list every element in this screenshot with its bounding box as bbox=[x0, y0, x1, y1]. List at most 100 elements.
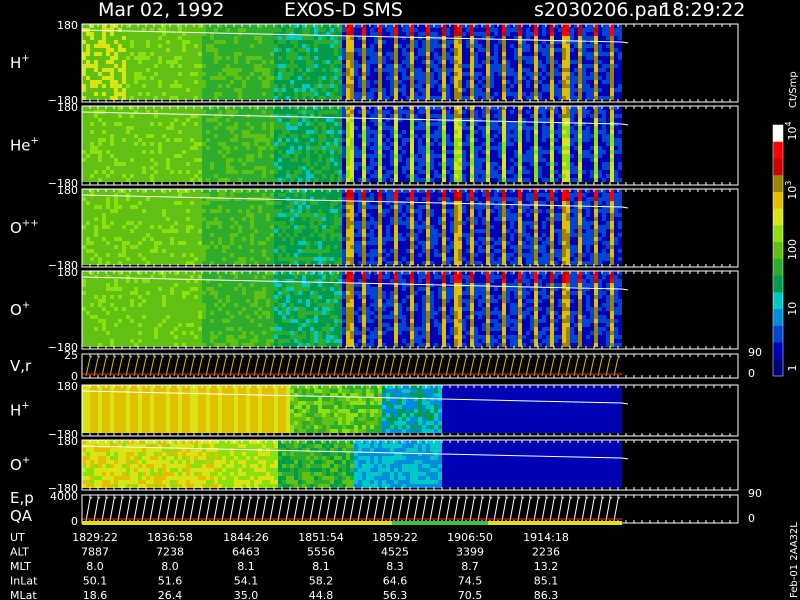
spectrogram-cell bbox=[222, 52, 226, 56]
spectrogram-cell bbox=[298, 106, 302, 110]
spectrogram-cell bbox=[394, 122, 398, 126]
spectrogram-cell bbox=[146, 114, 150, 118]
spectrogram-cell bbox=[210, 130, 214, 134]
spectrogram-cell bbox=[390, 84, 394, 88]
spectrogram-cell bbox=[350, 166, 354, 170]
spectrogram-cell bbox=[210, 40, 214, 44]
spectrogram-cell bbox=[302, 44, 306, 48]
spectrogram-cell bbox=[370, 52, 374, 56]
spectrogram-cell bbox=[498, 48, 502, 52]
spectrogram-cell bbox=[302, 96, 306, 100]
spectrogram-cell bbox=[530, 110, 534, 114]
spectrogram-cell bbox=[106, 138, 110, 142]
spectrogram-cell bbox=[378, 154, 382, 158]
spectrogram-cell bbox=[450, 96, 454, 100]
spectrogram-cell bbox=[578, 64, 582, 68]
spectrogram-cell bbox=[446, 28, 450, 32]
spectrogram-cell bbox=[186, 40, 190, 44]
spectrogram-cell bbox=[134, 88, 138, 92]
spectrogram-cell bbox=[298, 150, 302, 154]
spectrogram-cell bbox=[618, 92, 622, 96]
spectrogram-cell bbox=[442, 142, 446, 146]
spectrogram-cell bbox=[162, 150, 166, 154]
spectrogram-cell bbox=[350, 76, 354, 80]
spectrogram-cell bbox=[146, 68, 150, 72]
spectrogram-cell bbox=[266, 60, 270, 64]
spectrogram-cell bbox=[118, 114, 122, 118]
spectrogram-cell bbox=[470, 150, 474, 154]
spectrogram-cell bbox=[86, 114, 90, 118]
spectrogram-cell bbox=[358, 88, 362, 92]
spectrogram-cell bbox=[238, 84, 242, 88]
spectrogram-cell bbox=[542, 178, 546, 182]
spectrogram-cell bbox=[510, 24, 514, 28]
spectrogram-cell bbox=[358, 138, 362, 142]
spectrogram-cell bbox=[130, 92, 134, 96]
spectrogram-cell bbox=[230, 24, 234, 28]
spectrogram-cell bbox=[542, 162, 546, 166]
spectrogram-cell bbox=[386, 158, 390, 162]
spectrogram-cell bbox=[338, 122, 342, 126]
spectrogram-cell bbox=[386, 122, 390, 126]
spectrogram-cell bbox=[346, 130, 350, 134]
spectrogram-cell bbox=[374, 158, 378, 162]
spectrogram-cell bbox=[550, 146, 554, 150]
spectrogram-cell bbox=[550, 154, 554, 158]
spectrogram-cell bbox=[518, 56, 522, 60]
spectrogram-cell bbox=[86, 92, 90, 96]
spectrogram-cell bbox=[102, 142, 106, 146]
spectrogram-cell bbox=[282, 96, 286, 100]
spectrogram-cell bbox=[114, 126, 118, 130]
spectrogram-cell bbox=[234, 130, 238, 134]
spectrogram-cell bbox=[446, 72, 450, 76]
spectrogram-cell bbox=[146, 174, 150, 178]
spectrogram-cell bbox=[586, 72, 590, 76]
spectrogram-cell bbox=[530, 122, 534, 126]
spectrogram-cell bbox=[442, 96, 446, 100]
spectrogram-cell bbox=[146, 44, 150, 48]
spectrogram-cell bbox=[434, 106, 438, 110]
spectrogram-cell bbox=[478, 174, 482, 178]
spectrogram-cell bbox=[210, 150, 214, 154]
spectrogram-cell bbox=[538, 60, 542, 64]
spectrogram-cell bbox=[350, 162, 354, 166]
spectrogram-cell bbox=[426, 48, 430, 52]
spectrogram-cell bbox=[482, 166, 486, 170]
spectrogram-cell bbox=[134, 40, 138, 44]
spectrogram-cell bbox=[478, 36, 482, 40]
spectrogram-cell bbox=[506, 72, 510, 76]
spectrogram-cell bbox=[334, 158, 338, 162]
spectrogram-cell bbox=[190, 166, 194, 170]
spectrogram-cell bbox=[290, 52, 294, 56]
spectrogram-cell bbox=[562, 48, 566, 52]
spectrogram-cell bbox=[470, 84, 474, 88]
spectrogram-cell bbox=[602, 36, 606, 40]
spectrogram-cell bbox=[510, 142, 514, 146]
spectrogram-cell bbox=[410, 158, 414, 162]
spectrogram-cell bbox=[210, 24, 214, 28]
spectrogram-cell bbox=[346, 72, 350, 76]
spectrogram-cell bbox=[454, 48, 458, 52]
spectrogram-cell bbox=[422, 130, 426, 134]
spectrogram-cell bbox=[486, 88, 490, 92]
spectrogram-cell bbox=[98, 52, 102, 56]
spectrogram-cell bbox=[354, 138, 358, 142]
spectrogram-cell bbox=[418, 114, 422, 118]
spectrogram-cell bbox=[290, 32, 294, 36]
spectrogram-cell bbox=[106, 60, 110, 64]
spectrogram-cell bbox=[286, 52, 290, 56]
spectrogram-cell bbox=[486, 80, 490, 84]
spectrogram-cell bbox=[598, 68, 602, 72]
spectrogram-cell bbox=[110, 36, 114, 40]
spectrogram-cell bbox=[178, 64, 182, 68]
spectrogram-cell bbox=[82, 36, 86, 40]
spectrogram-cell bbox=[310, 68, 314, 72]
spectrogram-cell bbox=[458, 154, 462, 158]
spectrogram-cell bbox=[614, 76, 618, 80]
spectrogram-cell bbox=[246, 24, 250, 28]
spectrogram-cell bbox=[94, 24, 98, 28]
spectrogram-cell bbox=[482, 76, 486, 80]
spectrogram-cell bbox=[538, 36, 542, 40]
spectrogram-cell bbox=[174, 158, 178, 162]
spectrogram-cell bbox=[246, 150, 250, 154]
